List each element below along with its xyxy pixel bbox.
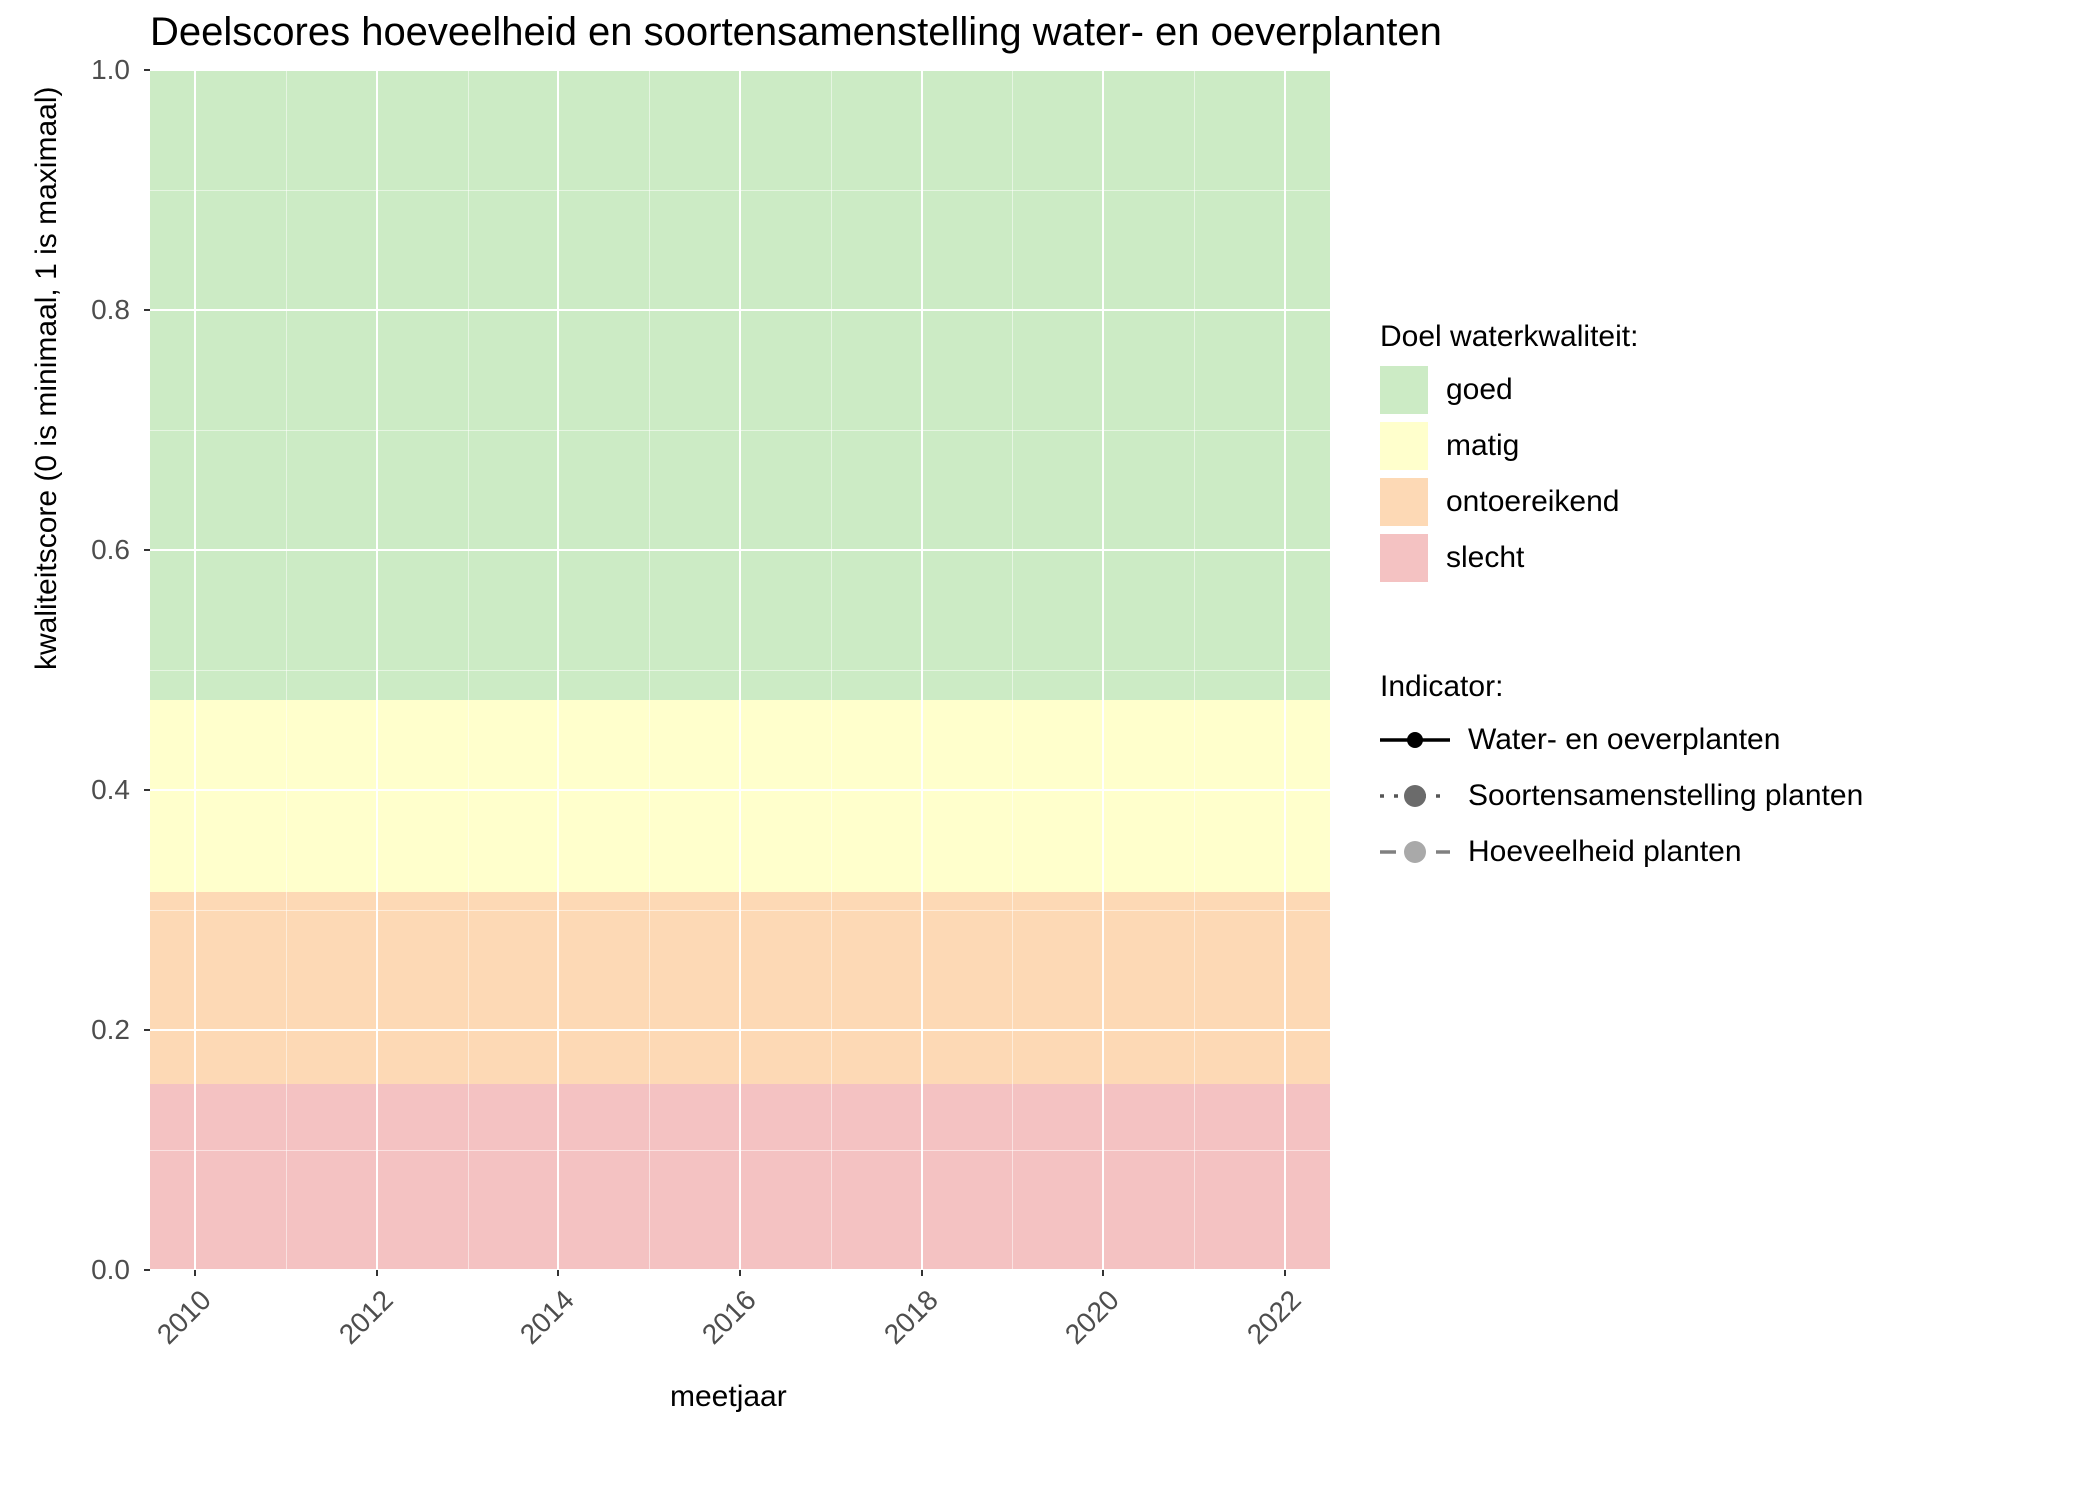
tick-mark-x xyxy=(739,1270,741,1276)
gridline-v xyxy=(557,70,559,1270)
tick-mark-x xyxy=(921,1270,923,1276)
legend-quality-label: ontoereikend xyxy=(1446,485,1619,519)
legend-indicator-item: Soortensamenstelling planten xyxy=(1380,772,1863,820)
y-tick-label: 0.0 xyxy=(0,1254,130,1286)
legend-swatch-goed xyxy=(1380,366,1428,414)
gridline-v-minor xyxy=(468,70,469,1270)
tick-mark-x xyxy=(1284,1270,1286,1276)
legend-line-swatch xyxy=(1380,725,1450,755)
tick-mark-x xyxy=(376,1270,378,1276)
tick-mark-x xyxy=(194,1270,196,1276)
legend-quality-label: matig xyxy=(1446,429,1519,463)
tick-mark-y xyxy=(144,69,150,71)
legend-swatch-ontoereikend xyxy=(1380,478,1428,526)
tick-mark-x xyxy=(557,1270,559,1276)
legend-quality-item: matig xyxy=(1380,422,1638,470)
gridline-v-minor xyxy=(1194,70,1195,1270)
y-tick-label: 0.4 xyxy=(0,774,130,806)
legend-indicator-label: Soortensamenstelling planten xyxy=(1468,779,1863,813)
gridline-v-minor xyxy=(1012,70,1013,1270)
gridline-v-minor xyxy=(831,70,832,1270)
legend-quality-title: Doel waterkwaliteit: xyxy=(1380,320,1638,354)
legend-quality: Doel waterkwaliteit: goed matig ontoereike… xyxy=(1380,320,1638,590)
tick-mark-y xyxy=(144,789,150,791)
y-tick-label: 0.8 xyxy=(0,294,130,326)
gridline-v xyxy=(739,70,741,1270)
legend-indicator-label: Hoeveelheid planten xyxy=(1468,835,1742,869)
legend-line-swatch xyxy=(1380,837,1450,867)
tick-mark-y xyxy=(144,549,150,551)
gridline-v-minor xyxy=(649,70,650,1270)
legend-line-swatch xyxy=(1380,781,1450,811)
chart-title: Deelscores hoeveelheid en soortensamenst… xyxy=(150,10,1442,55)
legend-quality-item: slecht xyxy=(1380,534,1638,582)
y-tick-label: 0.2 xyxy=(0,1014,130,1046)
tick-mark-y xyxy=(144,309,150,311)
tick-mark-x xyxy=(1102,1270,1104,1276)
gridline-v xyxy=(1102,70,1104,1270)
gridline-v xyxy=(194,70,196,1270)
gridline-v xyxy=(1284,70,1286,1270)
tick-mark-y xyxy=(144,1269,150,1271)
legend-swatch-slecht xyxy=(1380,534,1428,582)
x-axis-label: meetjaar xyxy=(670,1380,787,1414)
y-tick-label: 0.6 xyxy=(0,534,130,566)
legend-quality-item: goed xyxy=(1380,366,1638,414)
gridline-v xyxy=(376,70,378,1270)
plot-area xyxy=(150,70,1330,1270)
y-axis-label: kwaliteitscore (0 is minimaal, 1 is maxi… xyxy=(30,87,64,670)
legend-indicator: Indicator: Water- en oeverplanten Soorten… xyxy=(1380,670,1863,884)
legend-quality-label: slecht xyxy=(1446,541,1524,575)
legend-indicator-title: Indicator: xyxy=(1380,670,1863,704)
chart-container: Deelscores hoeveelheid en soortensamenst… xyxy=(0,0,2100,1500)
legend-indicator-item: Water- en oeverplanten xyxy=(1380,716,1863,764)
legend-quality-item: ontoereikend xyxy=(1380,478,1638,526)
legend-indicator-item: Hoeveelheid planten xyxy=(1380,828,1863,876)
legend-indicator-label: Water- en oeverplanten xyxy=(1468,723,1780,757)
gridline-v xyxy=(921,70,923,1270)
tick-mark-y xyxy=(144,1029,150,1031)
legend-quality-label: goed xyxy=(1446,373,1513,407)
y-tick-label: 1.0 xyxy=(0,54,130,86)
gridline-v-minor xyxy=(286,70,287,1270)
legend-swatch-matig xyxy=(1380,422,1428,470)
